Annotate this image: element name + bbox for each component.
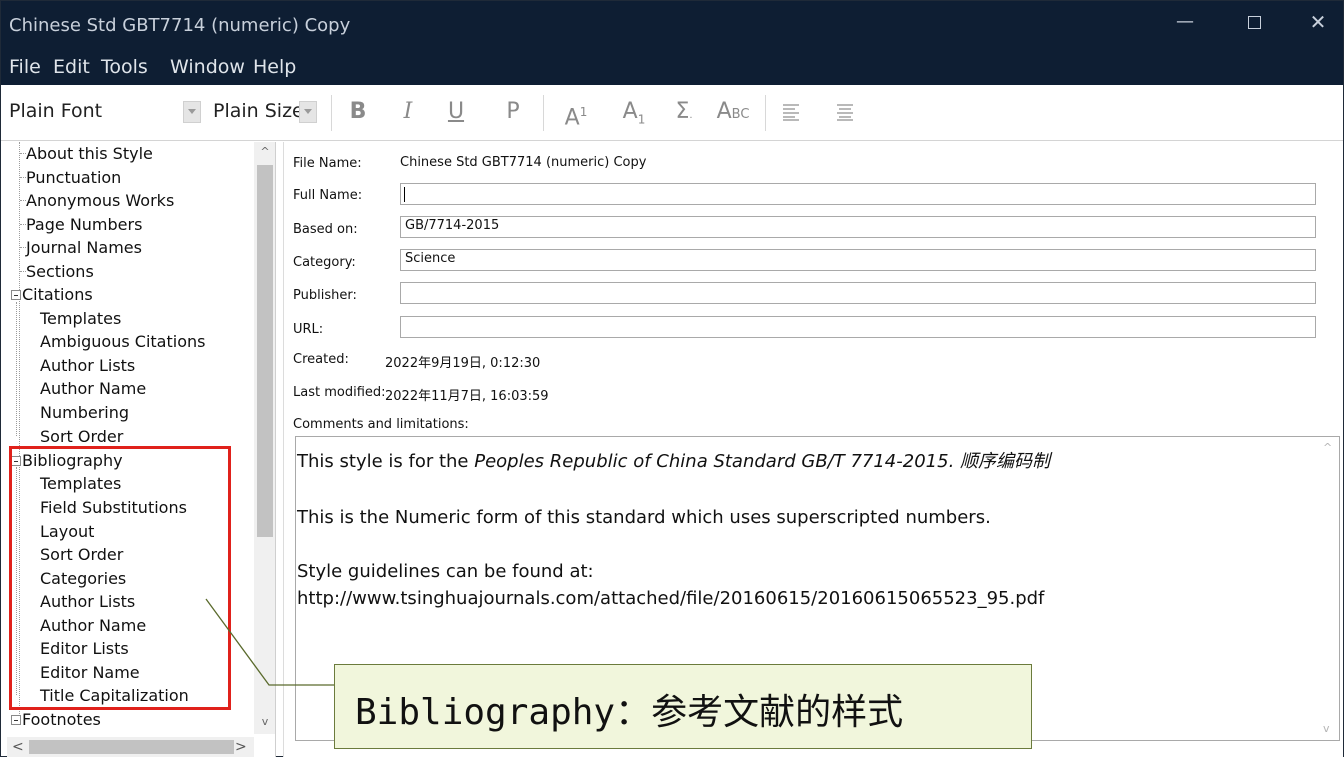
comments-line-4: http://www.tsinghuajournals.com/attached… — [297, 588, 1045, 609]
small-caps-button[interactable]: ABC — [711, 97, 755, 129]
scroll-down-icon[interactable]: v — [1323, 722, 1330, 735]
tree-horizontal-scrollbar[interactable]: < > — [7, 737, 254, 757]
style-editor-window: Chinese Std GBT7714 (numeric) Copy — ✕ F… — [0, 0, 1344, 757]
symbol-button[interactable]: Σ. — [666, 97, 702, 129]
comments-line-1: This style is for the Peoples Republic o… — [297, 447, 1050, 473]
based-on-field[interactable]: GB/7714-2015 — [400, 216, 1316, 238]
menu-help[interactable]: Help — [253, 56, 296, 78]
comments-line-1-prefix: This style is for the — [297, 451, 475, 472]
menu-bar: File Edit Tools Window Help — [1, 51, 1343, 85]
italic-button[interactable]: I — [394, 97, 422, 129]
tree-item-citations-templates[interactable]: Templates — [40, 309, 121, 328]
url-field[interactable] — [400, 316, 1316, 338]
scroll-thumb[interactable] — [29, 740, 234, 754]
toolbar-separator — [543, 95, 544, 131]
tree-guide — [19, 299, 20, 456]
comments-scrollbar[interactable]: ^ v — [1317, 437, 1339, 740]
tree-item-citations-author-name[interactable]: Author Name — [40, 379, 146, 398]
tree-item-sections[interactable]: Sections — [26, 262, 94, 281]
maximize-button[interactable] — [1231, 7, 1277, 39]
last-modified-label: Last modified: — [293, 385, 386, 400]
align-center-icon — [837, 104, 853, 121]
superscript-mark: 1 — [579, 105, 588, 119]
superscript-button[interactable]: A1 — [556, 97, 596, 131]
tree-item-about-this-style[interactable]: About this Style — [26, 144, 153, 163]
tree-item-journal-names[interactable]: Journal Names — [26, 238, 142, 257]
align-left-icon — [783, 104, 799, 121]
tree-guide — [16, 302, 17, 436]
collapse-icon[interactable] — [11, 715, 21, 725]
size-combo[interactable]: Plain Size — [213, 97, 321, 127]
tree-item-footnotes[interactable]: Footnotes — [22, 710, 101, 729]
toolbar-separator — [331, 95, 332, 131]
sigma-icon: Σ — [675, 99, 690, 124]
close-button[interactable]: ✕ — [1295, 7, 1341, 39]
full-name-field[interactable] — [400, 183, 1316, 205]
url-label: URL: — [293, 322, 324, 337]
menu-file[interactable]: File — [9, 56, 41, 78]
small-caps-suffix: BC — [731, 107, 750, 122]
category-field[interactable]: Science — [400, 249, 1316, 271]
maximize-icon — [1247, 16, 1261, 29]
scroll-up-icon[interactable]: ^ — [259, 146, 271, 158]
comments-line-2: This is the Numeric form of this standar… — [297, 507, 991, 528]
menu-tools[interactable]: Tools — [101, 56, 148, 78]
tree-item-citations[interactable]: Citations — [22, 285, 93, 304]
superscript-icon: A — [564, 105, 580, 131]
font-combo[interactable]: Plain Font — [9, 97, 201, 127]
menu-edit[interactable]: Edit — [53, 56, 90, 78]
tree-item-punctuation[interactable]: Punctuation — [26, 168, 121, 187]
comments-line-3: Style guidelines can be found at: — [297, 561, 594, 582]
bibliography-highlight-box — [9, 446, 231, 710]
window-title: Chinese Std GBT7714 (numeric) Copy — [9, 15, 351, 36]
scroll-down-icon[interactable]: v — [259, 716, 271, 728]
subscript-mark: 1 — [637, 112, 646, 127]
align-center-button[interactable] — [831, 97, 859, 129]
align-left-button[interactable] — [777, 97, 805, 129]
underline-button[interactable]: U — [442, 97, 470, 129]
bold-button[interactable]: B — [344, 97, 372, 129]
annotation-callout: Bibliography：参考文献的样式 — [334, 664, 1032, 749]
created-label: Created: — [293, 352, 349, 367]
font-combo-value: Plain Font — [9, 100, 103, 122]
publisher-field[interactable] — [400, 282, 1316, 304]
subscript-icon: A — [622, 99, 638, 124]
publisher-label: Publisher: — [293, 288, 357, 303]
comments-label: Comments and limitations: — [293, 417, 469, 432]
file-name-label: File Name: — [293, 156, 362, 171]
scroll-right-icon[interactable]: > — [235, 739, 247, 755]
tree-item-citations-sort-order[interactable]: Sort Order — [40, 427, 123, 446]
collapse-icon[interactable] — [11, 290, 21, 300]
tree-vertical-scrollbar[interactable]: ^ v — [254, 142, 275, 734]
tree-item-citations-author-lists[interactable]: Author Lists — [40, 356, 135, 375]
scroll-left-icon[interactable]: < — [12, 739, 24, 755]
annotation-text: Bibliography：参考文献的样式 — [355, 692, 904, 733]
plain-button[interactable]: P — [499, 97, 527, 129]
text-caret — [404, 187, 405, 202]
toolbar-separator — [765, 95, 766, 131]
title-bar: Chinese Std GBT7714 (numeric) Copy — ✕ — [1, 1, 1343, 51]
minimize-button[interactable]: — — [1162, 7, 1208, 39]
tree-item-numbering[interactable]: Numbering — [40, 403, 129, 422]
last-modified-value: 2022年11月7日, 16:03:59 — [385, 389, 549, 404]
chevron-down-icon[interactable] — [299, 101, 317, 123]
tree-item-anonymous-works[interactable]: Anonymous Works — [26, 191, 174, 210]
tree-item-page-numbers[interactable]: Page Numbers — [26, 215, 142, 234]
category-label: Category: — [293, 255, 356, 270]
chevron-down-icon[interactable] — [183, 101, 201, 123]
scroll-up-icon[interactable]: ^ — [1323, 441, 1332, 454]
file-name-value: Chinese Std GBT7714 (numeric) Copy — [400, 155, 647, 170]
tree-item-ambiguous-citations[interactable]: Ambiguous Citations — [40, 332, 205, 351]
created-value: 2022年9月19日, 0:12:30 — [385, 356, 541, 371]
size-combo-value: Plain Size — [213, 100, 304, 122]
menu-window[interactable]: Window — [170, 56, 245, 78]
scroll-thumb[interactable] — [257, 165, 273, 537]
based-on-label: Based on: — [293, 222, 358, 237]
small-caps-icon: A — [716, 99, 732, 124]
full-name-label: Full Name: — [293, 188, 363, 203]
comments-line-1-italic: Peoples Republic of China Standard GB/T … — [474, 451, 1051, 472]
subscript-button[interactable]: A1 — [614, 97, 654, 129]
format-toolbar: Plain Font Plain Size B I U P A1 A1 Σ. A… — [1, 85, 1343, 141]
